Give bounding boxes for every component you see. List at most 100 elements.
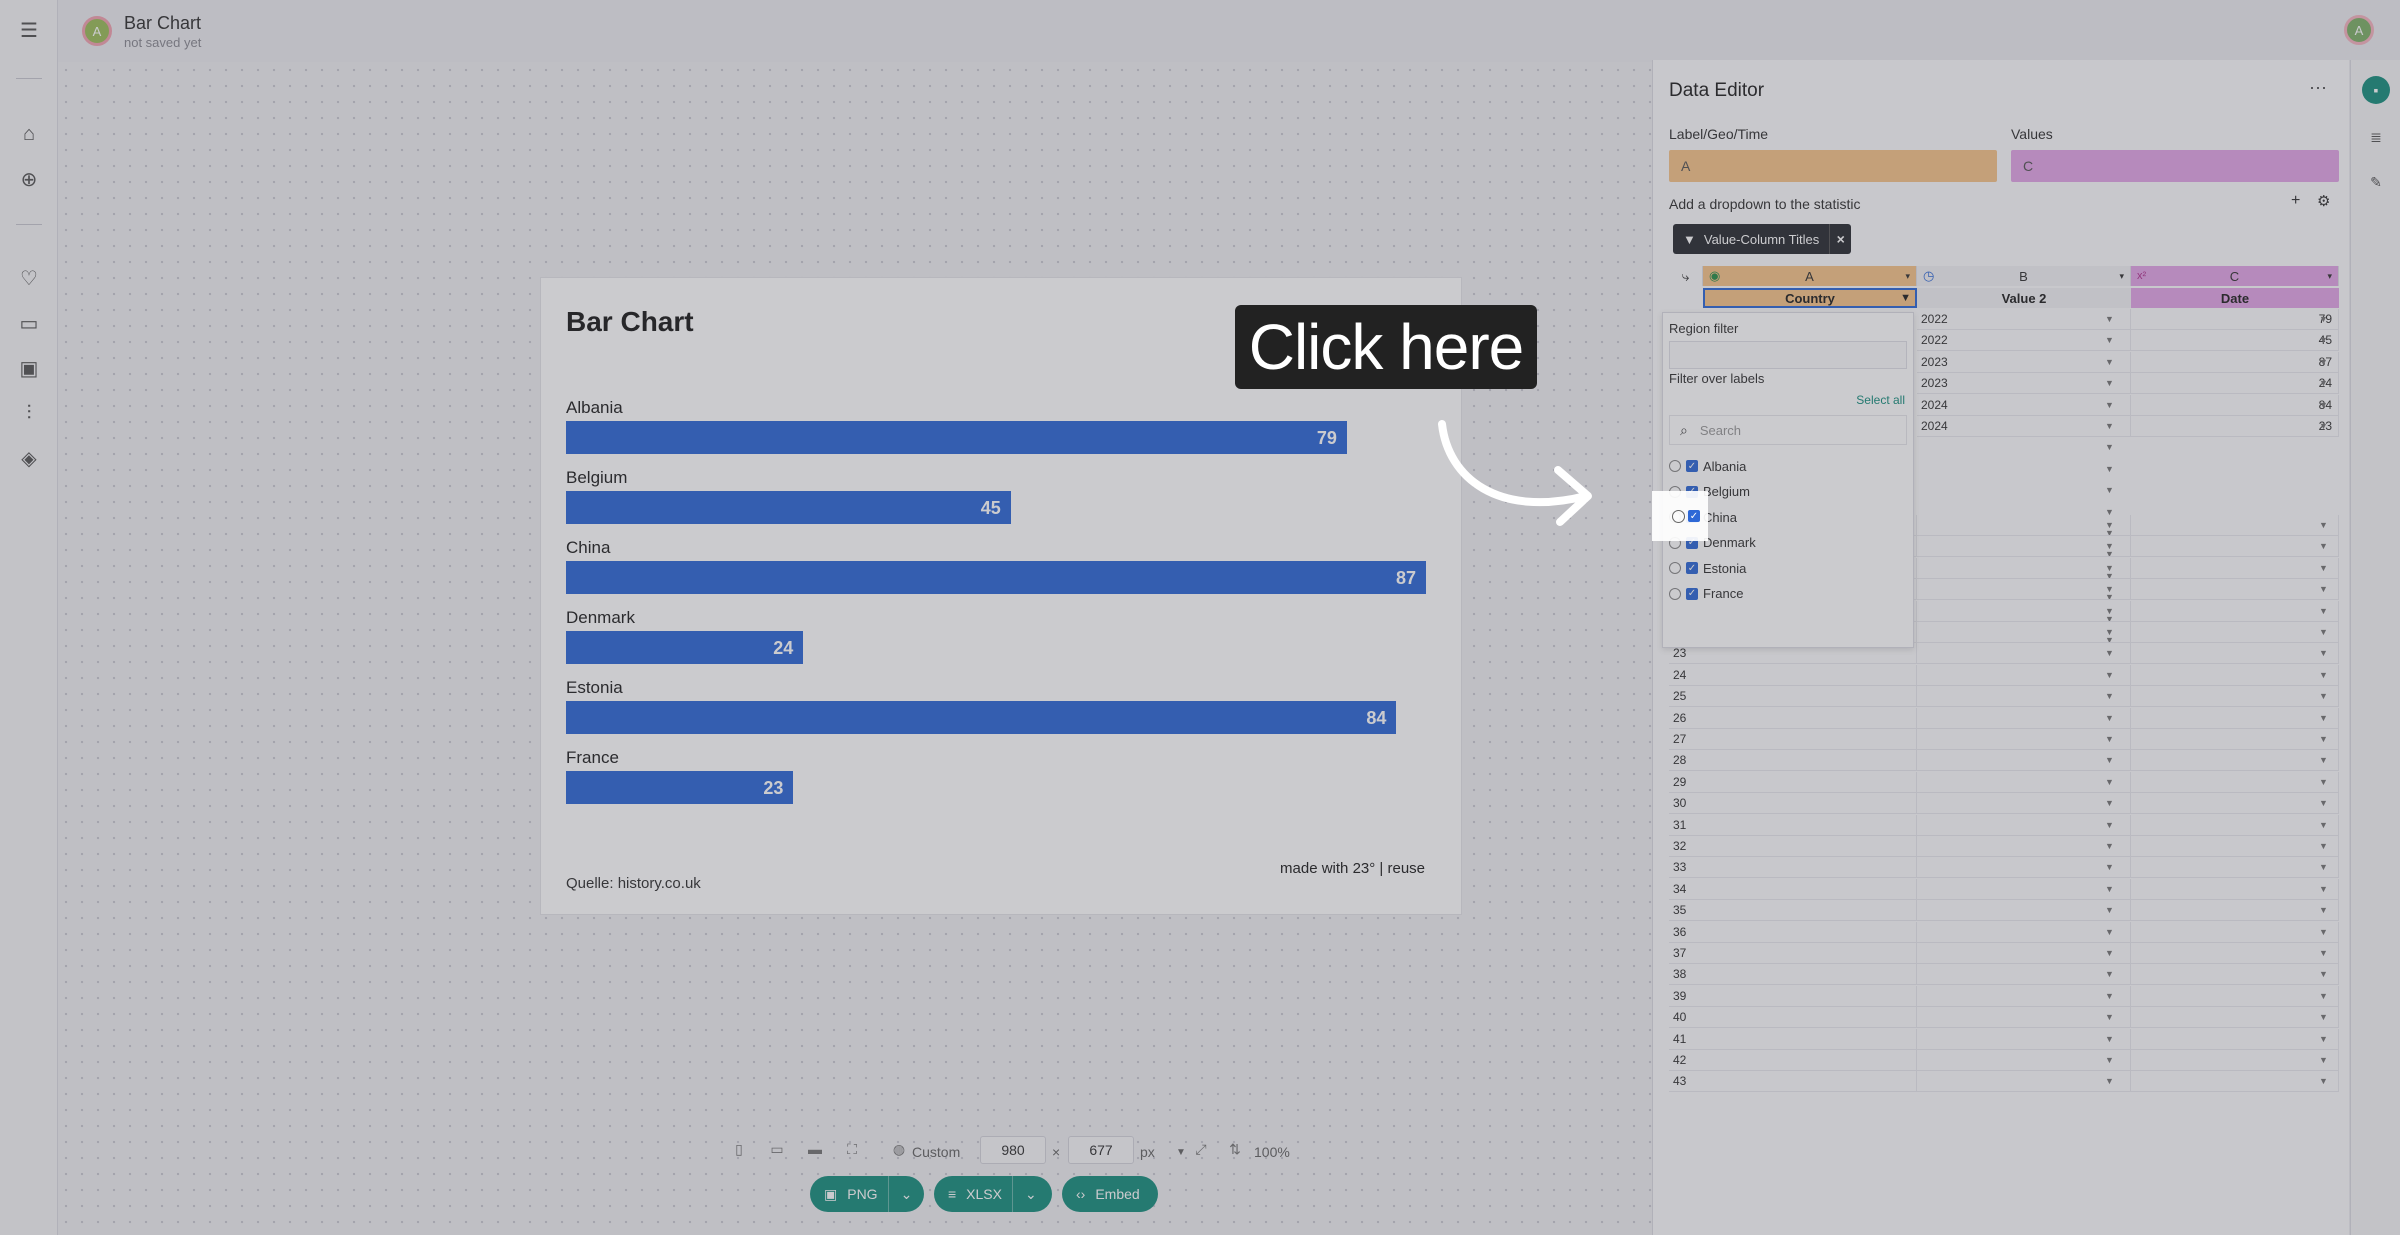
gear-icon[interactable]: ⚙ — [2317, 192, 2330, 210]
empty-cell[interactable] — [2131, 836, 2339, 857]
cell-dropdown-icon[interactable]: ▼ — [2105, 1034, 2114, 1044]
cell-dropdown-icon[interactable]: ▼ — [2319, 969, 2328, 979]
empty-cell[interactable] — [2131, 857, 2339, 879]
cell-dropdown-icon[interactable]: ▼ — [2319, 563, 2328, 573]
empty-cell[interactable] — [1703, 878, 1917, 900]
select-all-link[interactable]: Select all — [1856, 393, 1905, 407]
row-number[interactable]: 43 — [1669, 1071, 1703, 1093]
empty-cell[interactable] — [2131, 557, 2339, 579]
tutorial-spotlight[interactable]: ✓ — [1652, 491, 1708, 541]
cell-dropdown-icon[interactable]: ▼ — [2105, 584, 2114, 594]
checkbox-checked-icon[interactable]: ✓ — [1686, 562, 1698, 574]
column-title-country[interactable]: Country ▼ — [1703, 288, 1917, 308]
row-number[interactable]: 37 — [1669, 943, 1703, 964]
chevron-down-icon[interactable]: ▾ — [2119, 271, 2124, 282]
cell-value2[interactable]: 2022 — [1917, 330, 2131, 352]
row-number[interactable]: 33 — [1669, 857, 1703, 879]
row-number[interactable]: 36 — [1669, 922, 1703, 943]
cell-dropdown-icon[interactable]: ▼ — [2105, 485, 2114, 495]
empty-cell[interactable] — [1917, 707, 2131, 729]
link-icon[interactable]: ⤢ — [1192, 1140, 1210, 1158]
empty-cell[interactable] — [2131, 750, 2339, 772]
cell-dropdown-icon[interactable]: ▼ — [2319, 627, 2328, 637]
empty-cell[interactable] — [1703, 750, 1917, 772]
cell-dropdown-icon[interactable]: ▼ — [2105, 905, 2114, 915]
empty-cell[interactable] — [1703, 814, 1917, 836]
empty-cell[interactable] — [1917, 836, 2131, 857]
checkbox-checked-icon[interactable]: ✓ — [1688, 510, 1700, 522]
plus-circle-icon[interactable]: ⊕ — [17, 167, 41, 191]
project-avatar[interactable]: A — [82, 16, 112, 46]
cell-dropdown-icon[interactable]: ▼ — [2105, 862, 2114, 872]
cell-dropdown-icon[interactable]: ▼ — [2319, 713, 2328, 723]
cell-dropdown-icon[interactable]: ▼ — [2319, 606, 2328, 616]
cell-value2[interactable]: 2023 — [1917, 351, 2131, 373]
empty-cell[interactable] — [1917, 793, 2131, 815]
cell-dropdown-icon[interactable]: ▼ — [2105, 421, 2114, 431]
empty-cell[interactable] — [1703, 771, 1917, 793]
label-filter-item[interactable]: ✓ Albania — [1669, 455, 1746, 477]
menu-icon[interactable]: ☰ — [17, 18, 41, 42]
region-filter-input[interactable] — [1669, 341, 1907, 369]
row-number[interactable]: 29 — [1669, 772, 1703, 793]
row-number[interactable]: 35 — [1669, 900, 1703, 922]
size-mode-label[interactable]: Custom — [912, 1140, 960, 1164]
document-title[interactable]: Bar Chart — [124, 13, 201, 34]
empty-cell[interactable] — [1703, 857, 1917, 879]
empty-cell[interactable] — [2131, 771, 2339, 793]
empty-cell[interactable] — [1917, 878, 2131, 900]
empty-cell[interactable] — [1917, 515, 2131, 536]
cell-dropdown-icon[interactable]: ▼ — [2105, 648, 2114, 658]
cell-value2[interactable]: 2024 — [1917, 394, 2131, 416]
empty-cell[interactable] — [1917, 1028, 2131, 1050]
cell-dropdown-icon[interactable]: ▼ — [2105, 1055, 2114, 1065]
empty-cell[interactable] — [1917, 664, 2131, 686]
empty-cell[interactable] — [1917, 536, 2131, 558]
gear-icon[interactable] — [1669, 460, 1681, 472]
row-number[interactable]: 32 — [1669, 836, 1703, 857]
folder-icon[interactable]: ▭ — [17, 311, 41, 335]
empty-cell[interactable] — [1917, 579, 2131, 601]
cell-dropdown-icon[interactable]: ▼ — [2105, 734, 2114, 744]
close-icon[interactable]: × — [1829, 224, 1851, 254]
empty-cell[interactable] — [1703, 729, 1917, 750]
empty-cell[interactable] — [1703, 964, 1917, 986]
cell-dropdown-icon[interactable]: ▼ — [2105, 563, 2114, 573]
empty-cell[interactable] — [2131, 943, 2339, 964]
corner-swap-icon[interactable]: ⤷ — [1669, 266, 1703, 286]
cell-dropdown-icon[interactable]: ▼ — [2319, 357, 2328, 367]
embed-button[interactable]: ‹› Embed — [1062, 1176, 1158, 1212]
row-number[interactable]: 39 — [1669, 986, 1703, 1007]
chevron-down-icon[interactable]: ▾ — [1905, 271, 1910, 282]
layers-icon[interactable]: ◈ — [17, 446, 41, 470]
empty-cell[interactable] — [1917, 1007, 2131, 1029]
cell-dropdown-icon[interactable]: ▼ — [2319, 884, 2328, 894]
cell-dropdown-icon[interactable]: ▼ — [2105, 464, 2114, 474]
fullscreen-icon[interactable]: ⛶ — [843, 1140, 861, 1158]
empty-cell[interactable] — [2131, 878, 2339, 900]
zoom-icon[interactable]: ⇅ — [1226, 1140, 1244, 1158]
cell-dropdown-icon[interactable]: ▼ — [2319, 314, 2328, 324]
cell-dropdown-icon[interactable]: ▼ — [2319, 400, 2328, 410]
empty-cell[interactable] — [1703, 664, 1917, 686]
filter-icon[interactable]: ▼ — [1900, 292, 1911, 304]
empty-cell[interactable] — [1917, 814, 2131, 836]
row-number[interactable]: 30 — [1669, 793, 1703, 815]
empty-cell[interactable] — [1917, 857, 2131, 879]
sliders-icon[interactable]: ⫶ — [17, 401, 41, 425]
chart-credit[interactable]: made with 23° | reuse — [1280, 860, 1425, 877]
cell-date[interactable]: 23 — [2131, 416, 2339, 437]
cell-dropdown-icon[interactable]: ▼ — [2105, 400, 2114, 410]
heart-icon[interactable]: ♡ — [17, 266, 41, 290]
desktop-size-icon[interactable]: ▬ — [806, 1140, 824, 1158]
cell-dropdown-icon[interactable]: ▼ — [2105, 713, 2114, 723]
row-number[interactable]: 28 — [1669, 750, 1703, 772]
empty-cell[interactable] — [1917, 900, 2131, 922]
empty-cell[interactable] — [2131, 964, 2339, 986]
empty-cell[interactable] — [1917, 1071, 2131, 1093]
cell-dropdown-icon[interactable]: ▼ — [2105, 755, 2114, 765]
cell-dropdown-icon[interactable]: ▼ — [2319, 421, 2328, 431]
chevron-down-icon[interactable]: ⌄ — [887, 1176, 912, 1212]
row-number[interactable]: 26 — [1669, 708, 1703, 729]
more-options-icon[interactable]: ⋯ — [2309, 78, 2327, 99]
